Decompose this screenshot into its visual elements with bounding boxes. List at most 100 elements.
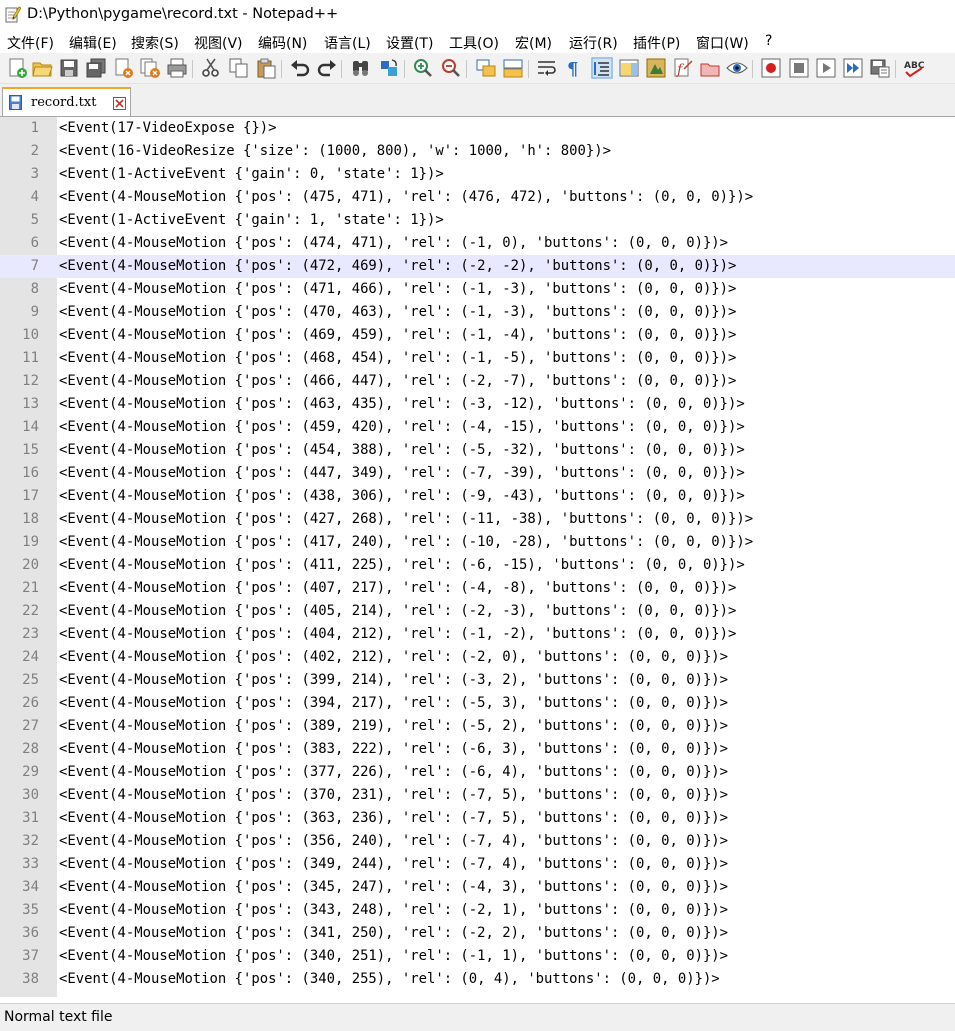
editor-line[interactable]: 24 <Event(4-MouseMotion {'pos': (402, 212… bbox=[0, 646, 955, 669]
editor-line[interactable]: 22 <Event(4-MouseMotion {'pos': (405, 214… bbox=[0, 600, 955, 623]
word-wrap-icon[interactable] bbox=[536, 57, 558, 79]
menu-help[interactable]: ? bbox=[765, 33, 772, 49]
status-file-type: Normal text file bbox=[4, 1009, 113, 1025]
menu-settings[interactable]: 设置(T) bbox=[386, 33, 433, 53]
menu-window[interactable]: 窗口(W) bbox=[696, 33, 749, 53]
run-macro-multiple-icon[interactable] bbox=[842, 57, 864, 79]
zoom-in-icon[interactable] bbox=[412, 57, 434, 79]
line-text: <Event(4-MouseMotion {'pos': (471, 466),… bbox=[59, 281, 737, 297]
editor-line[interactable]: 38 <Event(4-MouseMotion {'pos': (340, 255… bbox=[0, 968, 955, 991]
folder-workspace-icon[interactable]: f bbox=[672, 57, 694, 79]
stop-record-icon[interactable] bbox=[788, 57, 810, 79]
spell-check-icon[interactable]: ABC bbox=[903, 57, 925, 79]
show-all-chars-icon[interactable]: ¶ bbox=[563, 57, 585, 79]
print-icon[interactable] bbox=[166, 57, 188, 79]
editor-line[interactable]: 12 <Event(4-MouseMotion {'pos': (466, 447… bbox=[0, 370, 955, 393]
editor-line[interactable]: 20 <Event(4-MouseMotion {'pos': (411, 225… bbox=[0, 554, 955, 577]
editor-line[interactable]: 5 <Event(1-ActiveEvent {'gain': 1, 'state… bbox=[0, 209, 955, 232]
redo-icon[interactable] bbox=[316, 57, 338, 79]
menu-language[interactable]: 语言(L) bbox=[324, 33, 371, 53]
editor-line[interactable]: 4 <Event(4-MouseMotion {'pos': (475, 471)… bbox=[0, 186, 955, 209]
editor-line[interactable]: 2 <Event(16-VideoResize {'size': (1000, 8… bbox=[0, 140, 955, 163]
line-number: 30 bbox=[22, 787, 39, 803]
editor-line[interactable]: 14 <Event(4-MouseMotion {'pos': (459, 420… bbox=[0, 416, 955, 439]
new-file-icon[interactable] bbox=[6, 57, 28, 79]
save-icon[interactable] bbox=[58, 57, 80, 79]
copy-icon[interactable] bbox=[228, 57, 250, 79]
editor-line[interactable]: 15 <Event(4-MouseMotion {'pos': (454, 388… bbox=[0, 439, 955, 462]
saved-file-icon bbox=[9, 95, 22, 110]
line-number: 9 bbox=[30, 304, 39, 320]
editor-line[interactable]: 7 <Event(4-MouseMotion {'pos': (472, 469)… bbox=[0, 255, 955, 278]
editor-line[interactable]: 11 <Event(4-MouseMotion {'pos': (468, 454… bbox=[0, 347, 955, 370]
close-icon[interactable] bbox=[113, 95, 126, 110]
eye-icon[interactable] bbox=[726, 57, 748, 79]
paste-icon[interactable] bbox=[255, 57, 277, 79]
editor-line[interactable]: 17 <Event(4-MouseMotion {'pos': (438, 306… bbox=[0, 485, 955, 508]
menu-search[interactable]: 搜索(S) bbox=[131, 33, 179, 53]
line-text: <Event(4-MouseMotion {'pos': (394, 217),… bbox=[59, 695, 729, 711]
editor-line[interactable]: 9 <Event(4-MouseMotion {'pos': (470, 463)… bbox=[0, 301, 955, 324]
editor-line[interactable]: 36 <Event(4-MouseMotion {'pos': (341, 250… bbox=[0, 922, 955, 945]
undo-icon[interactable] bbox=[289, 57, 311, 79]
sync-horizontal-icon[interactable] bbox=[502, 57, 524, 79]
editor-line[interactable]: 3 <Event(1-ActiveEvent {'gain': 0, 'state… bbox=[0, 163, 955, 186]
menu-plugins[interactable]: 插件(P) bbox=[633, 33, 680, 53]
function-list-icon[interactable] bbox=[645, 57, 667, 79]
tab-record-txt[interactable]: record.txt bbox=[2, 87, 131, 116]
menu-view[interactable]: 视图(V) bbox=[194, 33, 243, 53]
editor-line[interactable]: 26 <Event(4-MouseMotion {'pos': (394, 217… bbox=[0, 692, 955, 715]
zoom-out-icon[interactable] bbox=[440, 57, 462, 79]
cut-icon[interactable] bbox=[200, 57, 222, 79]
monitoring-icon[interactable] bbox=[699, 57, 721, 79]
save-macro-icon[interactable] bbox=[869, 57, 891, 79]
editor-line[interactable]: 28 <Event(4-MouseMotion {'pos': (383, 222… bbox=[0, 738, 955, 761]
editor-line[interactable]: 33 <Event(4-MouseMotion {'pos': (349, 244… bbox=[0, 853, 955, 876]
menu-run[interactable]: 运行(R) bbox=[569, 33, 618, 53]
editor-line[interactable]: 1 <Event(17-VideoExpose {})> bbox=[0, 117, 955, 140]
indent-guide-icon[interactable] bbox=[591, 57, 613, 79]
sync-vertical-icon[interactable] bbox=[475, 57, 497, 79]
toolbar-separator bbox=[192, 60, 193, 78]
editor-line[interactable]: 13 <Event(4-MouseMotion {'pos': (463, 435… bbox=[0, 393, 955, 416]
document-map-icon[interactable] bbox=[618, 57, 640, 79]
editor-line[interactable]: 35 <Event(4-MouseMotion {'pos': (343, 248… bbox=[0, 899, 955, 922]
record-macro-icon[interactable] bbox=[760, 57, 782, 79]
menu-tools[interactable]: 工具(O) bbox=[449, 33, 499, 53]
line-number: 7 bbox=[30, 258, 39, 274]
line-text: <Event(4-MouseMotion {'pos': (345, 247),… bbox=[59, 879, 729, 895]
editor-line[interactable]: 37 <Event(4-MouseMotion {'pos': (340, 251… bbox=[0, 945, 955, 968]
open-file-icon[interactable] bbox=[31, 57, 53, 79]
find-icon[interactable] bbox=[350, 57, 372, 79]
editor-line[interactable]: 31 <Event(4-MouseMotion {'pos': (363, 236… bbox=[0, 807, 955, 830]
editor-line[interactable]: 34 <Event(4-MouseMotion {'pos': (345, 247… bbox=[0, 876, 955, 899]
editor-line[interactable]: 25 <Event(4-MouseMotion {'pos': (399, 214… bbox=[0, 669, 955, 692]
line-number: 15 bbox=[22, 442, 39, 458]
line-text: <Event(4-MouseMotion {'pos': (474, 471),… bbox=[59, 235, 729, 251]
editor-line[interactable]: 6 <Event(4-MouseMotion {'pos': (474, 471)… bbox=[0, 232, 955, 255]
editor-line[interactable]: 16 <Event(4-MouseMotion {'pos': (447, 349… bbox=[0, 462, 955, 485]
close-file-icon[interactable] bbox=[112, 57, 134, 79]
line-text: <Event(4-MouseMotion {'pos': (472, 469),… bbox=[59, 258, 737, 274]
editor-line[interactable]: 32 <Event(4-MouseMotion {'pos': (356, 240… bbox=[0, 830, 955, 853]
line-text: <Event(4-MouseMotion {'pos': (389, 219),… bbox=[59, 718, 729, 734]
editor-line[interactable]: 19 <Event(4-MouseMotion {'pos': (417, 240… bbox=[0, 531, 955, 554]
menu-macro[interactable]: 宏(M) bbox=[515, 33, 552, 53]
editor-line[interactable]: 23 <Event(4-MouseMotion {'pos': (404, 212… bbox=[0, 623, 955, 646]
editor-line[interactable]: 10 <Event(4-MouseMotion {'pos': (469, 459… bbox=[0, 324, 955, 347]
editor-line[interactable]: 30 <Event(4-MouseMotion {'pos': (370, 231… bbox=[0, 784, 955, 807]
play-macro-icon[interactable] bbox=[815, 57, 837, 79]
menu-file[interactable]: 文件(F) bbox=[7, 33, 54, 53]
editor-line[interactable]: 29 <Event(4-MouseMotion {'pos': (377, 226… bbox=[0, 761, 955, 784]
replace-icon[interactable] bbox=[378, 57, 400, 79]
editor-line[interactable]: 21 <Event(4-MouseMotion {'pos': (407, 217… bbox=[0, 577, 955, 600]
line-text: <Event(16-VideoResize {'size': (1000, 80… bbox=[59, 143, 611, 159]
close-all-icon[interactable] bbox=[139, 57, 161, 79]
editor-line[interactable]: 18 <Event(4-MouseMotion {'pos': (427, 268… bbox=[0, 508, 955, 531]
menu-edit[interactable]: 编辑(E) bbox=[69, 33, 117, 53]
menu-encoding[interactable]: 编码(N) bbox=[258, 33, 307, 53]
editor-line[interactable]: 27 <Event(4-MouseMotion {'pos': (389, 219… bbox=[0, 715, 955, 738]
save-all-icon[interactable] bbox=[85, 57, 107, 79]
text-editor[interactable]: 1 <Event(17-VideoExpose {})> 2 <Event(16-Vi… bbox=[0, 117, 955, 997]
editor-line[interactable]: 8 <Event(4-MouseMotion {'pos': (471, 466)… bbox=[0, 278, 955, 301]
